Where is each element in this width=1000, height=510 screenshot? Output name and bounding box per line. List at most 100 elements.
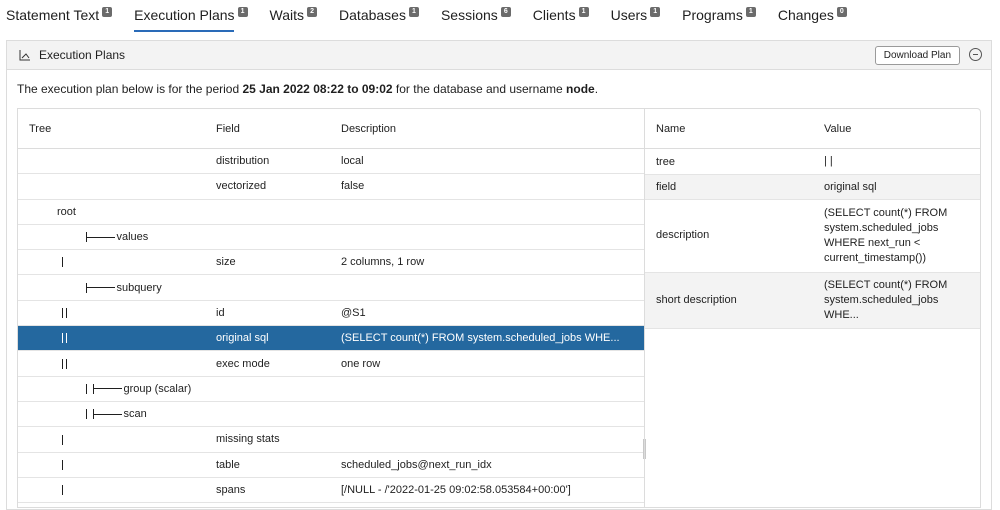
field-cell: original sql (216, 332, 269, 345)
tab-label: Sessions (440, 7, 498, 23)
detail-table-header: Name Value (645, 109, 980, 149)
table-row[interactable]: vectorized false (18, 174, 644, 200)
panel-header: Execution Plans Download Plan (7, 41, 991, 70)
detail-name: field (656, 181, 677, 193)
intro-prefix: The execution plan below is for the peri… (17, 82, 243, 96)
tree-branch-line (87, 287, 116, 289)
tab-count-badge: 1 (102, 7, 113, 17)
tree-branch-line (87, 236, 116, 238)
intro-period: 25 Jan 2022 08:22 to 09:02 (242, 82, 393, 96)
field-cell: exec mode (216, 357, 270, 370)
detail-row-tree: tree | | (645, 149, 980, 175)
tab-execution-plans[interactable]: Execution Plans 1 (134, 5, 248, 32)
tree-column-header[interactable]: Tree (29, 123, 51, 135)
tab-count-badge: 0 (836, 7, 847, 17)
tree-cell (62, 484, 63, 496)
tab-sessions[interactable]: Sessions 6 (441, 5, 511, 29)
tab-label: Users (610, 7, 648, 23)
table-row-selected[interactable]: original sql (SELECT count(*) FROM syste… (18, 326, 644, 352)
tab-programs[interactable]: Programs 1 (682, 5, 756, 29)
tree-branch-line (62, 358, 63, 369)
field-cell: table (216, 458, 240, 471)
tree-node-label: values (116, 231, 149, 244)
detail-row-field: field original sql (645, 175, 980, 200)
intro-suffix: . (594, 82, 599, 96)
intro-user: node (566, 82, 595, 96)
tab-label: Programs (682, 7, 743, 23)
plan-table-header: Tree Field Description (18, 109, 644, 149)
tab-waits[interactable]: Waits 2 (269, 5, 318, 29)
tab-statement-text[interactable]: Statement Text 1 (6, 5, 113, 29)
tree-node-label: subquery (116, 281, 162, 294)
tab-changes[interactable]: Changes 0 (778, 5, 847, 29)
description-cell: [/NULL - /'2022-01-25 09:02:58.053584+00… (341, 484, 571, 496)
detail-row-short-description: short description (SELECT count(*) FROM … (645, 273, 980, 329)
tab-label: Databases (339, 7, 406, 23)
table-row[interactable]: subquery (18, 275, 644, 301)
detail-value: original sql (824, 181, 877, 193)
tab-count-badge: 2 (307, 7, 318, 17)
tree-branch-line (62, 434, 63, 445)
detail-name: tree (656, 156, 675, 168)
tab-bar: Statement Text 1 Execution Plans 1 Waits… (6, 0, 869, 34)
tree-cell (62, 459, 63, 471)
field-cell: vectorized (216, 180, 267, 193)
tree-cell (62, 256, 63, 268)
tab-label: Changes (777, 7, 834, 23)
panel-title: Execution Plans (39, 48, 126, 62)
tab-label: Statement Text (6, 7, 100, 23)
tree-branch-line (62, 308, 63, 319)
tree-branch-line (66, 358, 67, 369)
description-cell: 2 columns, 1 row (341, 256, 425, 269)
tab-label: Execution Plans (134, 7, 235, 23)
description-cell: one row (341, 357, 381, 370)
field-cell: missing stats (216, 433, 280, 446)
tree-cell (62, 332, 67, 344)
tree-branch-line (86, 409, 88, 420)
tree-cell (62, 433, 63, 445)
table-row[interactable]: id @S1 (18, 301, 644, 327)
table-row[interactable]: spans [/NULL - /'2022-01-25 09:02:58.053… (18, 478, 644, 504)
field-cell: distribution (216, 155, 270, 168)
collapse-icon[interactable] (969, 48, 982, 61)
table-row[interactable]: table scheduled_jobs@next_run_idx (18, 453, 644, 478)
tab-label: Clients (532, 7, 576, 23)
description-cell: (SELECT count(*) FROM system.scheduled_j… (341, 332, 620, 345)
chart-icon (18, 48, 32, 62)
tab-clients[interactable]: Clients 1 (533, 5, 589, 29)
tree-node-label: group (scalar) (123, 382, 192, 395)
description-column-header[interactable]: Description (341, 123, 396, 135)
tree-branch-line (94, 413, 123, 415)
tab-count-badge: 1 (650, 7, 661, 17)
table-row[interactable]: distribution local (18, 149, 644, 175)
field-cell: spans (216, 484, 246, 496)
tree-cell (62, 307, 67, 319)
plan-table: Tree Field Description distribution loca… (17, 108, 646, 508)
description-cell: scheduled_jobs@next_run_idx (341, 458, 492, 471)
detail-table: Name Value tree | | field original sql d… (644, 108, 981, 508)
tab-count-badge: 1 (578, 7, 589, 17)
tree-cell: root (57, 205, 76, 218)
table-row[interactable]: scan (18, 402, 644, 428)
description-cell: false (341, 180, 365, 193)
tree-node-label: scan (123, 408, 147, 421)
description-cell: local (341, 155, 364, 168)
tab-label: Waits (269, 7, 305, 23)
tree-branch-line (66, 333, 67, 344)
field-cell: id (216, 306, 225, 319)
field-cell: size (216, 256, 236, 269)
download-plan-button[interactable]: Download Plan (874, 46, 960, 65)
tree-branch-line (62, 459, 63, 470)
detail-name: description (656, 229, 710, 241)
field-column-header[interactable]: Field (216, 123, 240, 135)
tab-users[interactable]: Users 1 (611, 5, 661, 29)
intro-middle: for the database and username (392, 82, 567, 96)
table-row[interactable]: missing stats (18, 427, 644, 453)
detail-value: (SELECT count(*) FROM system.scheduled_j… (824, 207, 948, 264)
table-row[interactable]: values (18, 225, 644, 251)
tab-databases[interactable]: Databases 1 (339, 5, 419, 29)
tree-branch-line (62, 257, 63, 268)
tree-branch-line (94, 388, 123, 390)
name-column-header: Name (656, 123, 686, 135)
tree-cell (62, 358, 67, 370)
